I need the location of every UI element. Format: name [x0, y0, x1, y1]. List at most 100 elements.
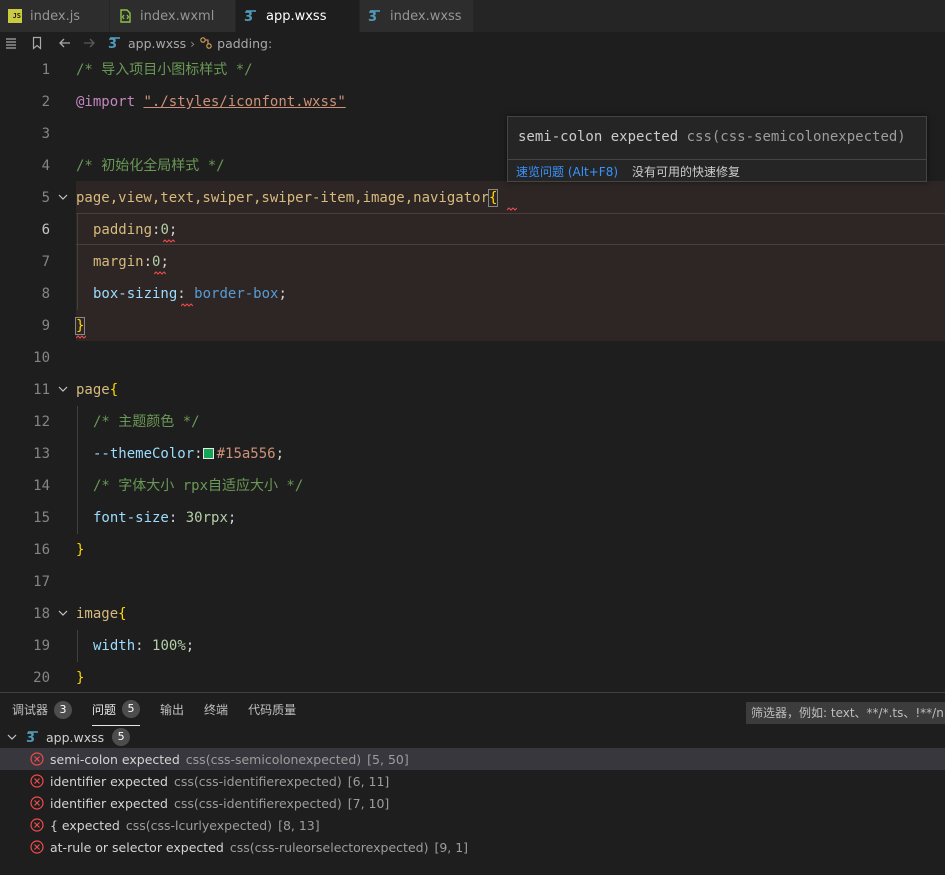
code-line: 7 margin:0; [0, 246, 945, 278]
color-swatch-icon[interactable] [202, 448, 214, 459]
problem-row[interactable]: identifier expected css(css-identifierex… [0, 770, 945, 792]
chevron-right-icon: › [190, 35, 196, 51]
code-punct: ; [275, 446, 285, 462]
breadcrumb-file[interactable]: app.wxss [128, 36, 186, 51]
line-number: 16 [33, 542, 50, 558]
problem-row[interactable]: { expected css(css-lcurlyexpected) [8, 1… [0, 814, 945, 836]
fold-chevron-icon[interactable] [57, 383, 69, 395]
code-line: 18 image{ [0, 598, 945, 630]
line-number: 1 [41, 62, 50, 78]
tab-index-js[interactable]: JS index.js [0, 0, 110, 32]
view-problem-link[interactable]: 速览问题 (Alt+F8) [516, 163, 618, 180]
line-number: 19 [33, 638, 50, 654]
line-number: 2 [41, 94, 50, 110]
problem-row[interactable]: identifier expected css(css-identifierex… [0, 792, 945, 814]
problem-row[interactable]: at-rule or selector expected css(css-rul… [0, 836, 945, 858]
tab-label: 调试器 [12, 703, 49, 717]
problem-message: { expected [50, 817, 120, 833]
fold-chevron-icon[interactable] [57, 607, 69, 619]
code-line: 16 } [0, 534, 945, 566]
problem-location: [6, 11] [347, 773, 390, 789]
code-string-link[interactable]: "./styles/iconfont.wxss" [143, 94, 345, 110]
error-icon [30, 796, 44, 810]
problem-message: at-rule or selector expected [50, 839, 224, 855]
code-selector: page [76, 382, 110, 398]
tab-problems[interactable]: 问题 5 [92, 693, 141, 726]
css-file-icon: 3 [26, 730, 40, 744]
code-property: font-size [93, 510, 169, 526]
wxml-file-icon [118, 9, 132, 23]
tab-label: index.wxml [140, 8, 215, 24]
css-file-icon: 3 [108, 36, 122, 50]
code-punct: : [143, 254, 153, 270]
code-line: 8 box-sizing: border-box; [0, 278, 945, 310]
code-brace: { [118, 606, 127, 622]
svg-text:3: 3 [244, 10, 253, 23]
tab-label: index.wxss [390, 8, 462, 24]
count-badge: 5 [112, 728, 131, 746]
tab-app-wxss[interactable]: 3 app.wxss [236, 0, 360, 32]
tab-output[interactable]: 输出 [160, 693, 184, 726]
problem-message: semi-colon expected [50, 751, 180, 767]
error-icon [30, 840, 44, 854]
code-line: 15 font-size: 30rpx; [0, 502, 945, 534]
problem-source: css(css-semicolonexpected) [185, 751, 362, 767]
list-icon[interactable] [0, 32, 22, 54]
bookmark-icon[interactable] [26, 32, 48, 54]
hover-tooltip: semi-colon expected css(css-semicolonexp… [507, 116, 927, 182]
code-line: 6 padding:0; [0, 214, 945, 246]
code-brace: { [487, 189, 499, 207]
code-punct: : [135, 638, 144, 654]
error-squiggle [181, 303, 193, 307]
breadcrumb-symbol[interactable]: padding: [217, 36, 272, 51]
tab-terminal[interactable]: 终端 [204, 693, 228, 726]
svg-text:3: 3 [108, 37, 117, 50]
code-comment: /* 导入项目小图标样式 */ [76, 62, 253, 78]
svg-text:3: 3 [26, 731, 35, 744]
back-arrow-icon[interactable] [54, 32, 76, 54]
problems-file-name: app.wxss [46, 729, 105, 745]
code-property: box-sizing [93, 286, 178, 302]
tab-code-quality[interactable]: 代码质量 [248, 693, 296, 726]
code-text: margin [93, 254, 144, 270]
editor-tab-bar: JS index.js index.wxml 3 app.wxss 3 inde… [0, 0, 945, 32]
tab-label: 终端 [204, 703, 229, 717]
fold-chevron-icon[interactable] [57, 191, 69, 203]
problem-message: identifier expected [50, 795, 168, 811]
problem-location: [8, 13] [278, 817, 320, 833]
code-punct: : [177, 286, 186, 302]
line-number: 7 [41, 254, 50, 270]
css-file-icon: 3 [244, 9, 258, 23]
code-selector: image [76, 606, 119, 622]
tab-label: 问题 [92, 702, 117, 717]
problems-filter-input[interactable]: 筛选器，例如: text、**/*.ts、!**/node_modules/** [746, 702, 945, 724]
code-selector: page,view,text,swiper,swiper-item,image,… [76, 190, 490, 206]
count-badge: 3 [54, 700, 73, 719]
code-line: 14 /* 字体大小 rpx自适应大小 */ [0, 470, 945, 502]
problem-row[interactable]: semi-colon expected css(css-semicolonexp… [0, 748, 945, 770]
error-icon [30, 818, 44, 832]
tab-debugger[interactable]: 调试器 3 [12, 693, 73, 726]
code-line: 10 [0, 342, 945, 374]
tab-index-wxml[interactable]: index.wxml [110, 0, 236, 32]
code-brace: { [109, 382, 119, 398]
error-icon [30, 752, 44, 766]
line-number: 8 [41, 286, 50, 302]
problem-source: css(css-identifierexpected) [173, 773, 342, 789]
problem-location: [5, 50] [367, 751, 409, 767]
forward-arrow-icon[interactable] [78, 32, 100, 54]
problem-source: css(css-lcurlyexpected) [125, 817, 273, 833]
code-number: 30rpx [185, 510, 228, 526]
chevron-down-icon[interactable] [6, 731, 18, 743]
problems-file-group[interactable]: 3 app.wxss 5 [0, 726, 945, 748]
problem-location: [7, 10] [347, 795, 390, 811]
tooltip-source: css(css-semicolonexpected) [686, 129, 906, 145]
no-quick-fix-label: 没有可用的快速修复 [632, 164, 741, 179]
tab-index-wxss[interactable]: 3 index.wxss [360, 0, 474, 32]
error-squiggle [154, 271, 166, 275]
problem-source: css(css-ruleorselectorexpected) [229, 839, 429, 855]
tooltip-message: semi-colon expected [518, 129, 679, 145]
js-file-icon: JS [8, 9, 22, 23]
error-icon [30, 774, 44, 788]
breadcrumb-bar: 3 app.wxss › padding: [0, 32, 945, 54]
